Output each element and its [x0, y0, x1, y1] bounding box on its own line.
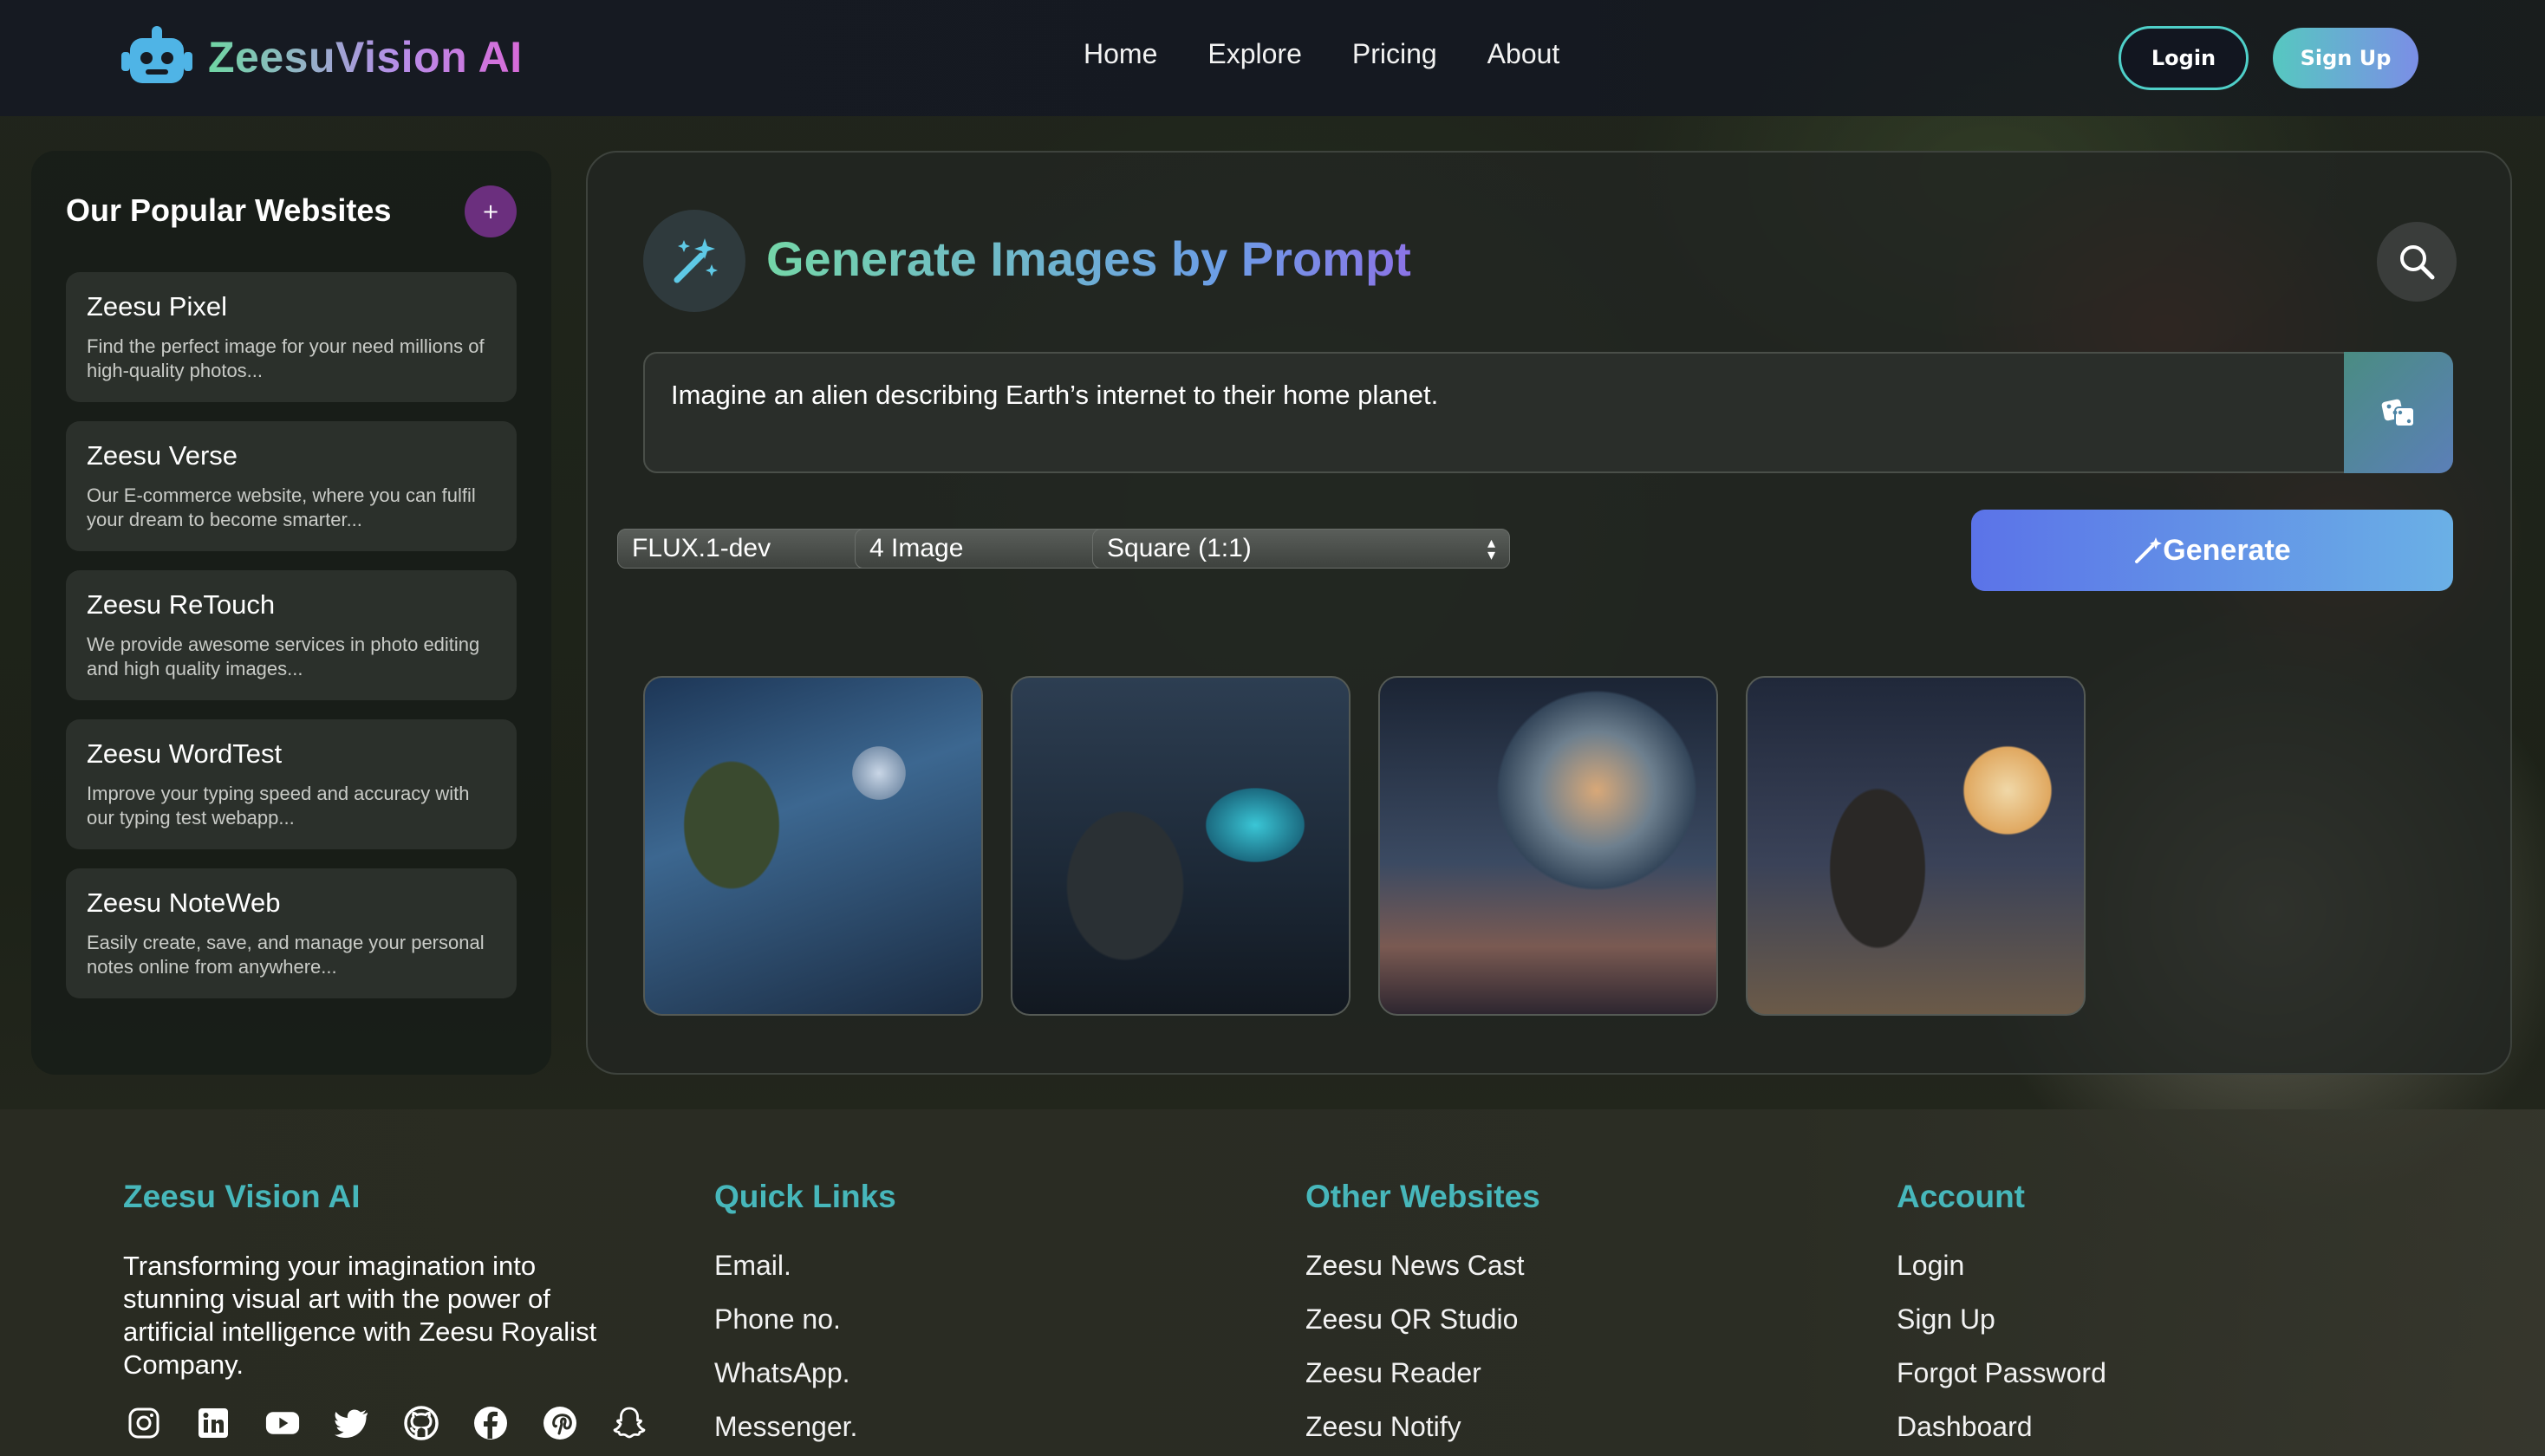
footer-link[interactable]: Zeesu QR Studio — [1305, 1303, 1540, 1357]
linkedin-icon[interactable] — [196, 1406, 231, 1440]
brand-logo[interactable]: ZeesuVision AI — [121, 26, 523, 88]
github-icon[interactable] — [404, 1406, 439, 1440]
footer-about: Zeesu Vision AI Transforming your imagin… — [123, 1179, 626, 1381]
nav-about[interactable]: About — [1487, 38, 1560, 70]
dice-icon[interactable] — [2344, 352, 2453, 473]
brand-name: ZeesuVision AI — [208, 33, 523, 81]
prompt-input[interactable]: Imagine an alien describing Earth’s inte… — [643, 352, 2453, 473]
footer-link[interactable]: Messenger. — [714, 1411, 896, 1456]
footer-other-websites: Other Websites Zeesu News Cast Zeesu QR … — [1305, 1179, 1540, 1456]
footer-account-heading: Account — [1897, 1179, 2025, 1214]
pinterest-icon[interactable] — [543, 1406, 577, 1440]
page-title: Generate Images by Prompt — [766, 231, 1411, 286]
social-links — [127, 1406, 647, 1440]
footer-about-text: Transforming your imagination into stunn… — [123, 1251, 597, 1380]
website-card-title: Zeesu Pixel — [87, 291, 227, 322]
website-card-desc: Our E-commerce website, where you can fu… — [87, 484, 476, 530]
footer-link[interactable]: Zeesu Notify — [1305, 1411, 1540, 1456]
website-card[interactable]: Zeesu Verse Our E-commerce website, wher… — [66, 421, 517, 551]
footer-account: Account Login Sign Up Forgot Password Da… — [1897, 1179, 2106, 1456]
magic-wand-icon — [643, 210, 745, 312]
website-card[interactable]: Zeesu WordTest Improve your typing speed… — [66, 719, 517, 849]
generate-panel: Generate Images by Prompt Imagine an ali… — [586, 151, 2512, 1075]
website-card-desc: Easily create, save, and manage your per… — [87, 932, 485, 978]
add-website-button[interactable]: + — [465, 185, 517, 237]
nav-explore[interactable]: Explore — [1207, 38, 1302, 70]
website-card[interactable]: Zeesu ReTouch We provide awesome service… — [66, 570, 517, 700]
footer-quick-links-heading: Quick Links — [714, 1179, 896, 1214]
website-card-title: Zeesu ReTouch — [87, 589, 276, 620]
nav-pricing[interactable]: Pricing — [1352, 38, 1437, 70]
footer-link[interactable]: Zeesu News Cast — [1305, 1250, 1540, 1303]
generated-image-thumbnail[interactable] — [1378, 676, 1718, 1016]
generated-image-thumbnail[interactable] — [643, 676, 983, 1016]
website-card[interactable]: Zeesu NoteWeb Easily create, save, and m… — [66, 868, 517, 998]
footer-about-heading: Zeesu Vision AI — [123, 1179, 361, 1214]
top-nav: ZeesuVision AI Home Explore Pricing Abou… — [0, 0, 2545, 116]
footer-link[interactable]: Phone no. — [714, 1303, 896, 1357]
sidebar-title: Our Popular Websites — [66, 192, 392, 228]
website-card-desc: Improve your typing speed and accuracy w… — [87, 783, 470, 829]
magic-wand-icon — [2135, 537, 2163, 563]
snapchat-icon[interactable] — [612, 1406, 647, 1440]
footer-link[interactable]: WhatsApp. — [714, 1357, 896, 1411]
select-arrows-icon: ▴▾ — [1487, 534, 1495, 563]
website-card[interactable]: Zeesu Pixel Find the perfect image for y… — [66, 272, 517, 402]
nav-home[interactable]: Home — [1084, 38, 1157, 70]
instagram-icon[interactable] — [127, 1406, 161, 1440]
generate-button-label: Generate — [2163, 533, 2291, 567]
signup-button[interactable]: Sign Up — [2273, 28, 2418, 88]
twitter-icon[interactable] — [335, 1406, 369, 1440]
website-card-title: Zeesu Verse — [87, 440, 238, 471]
aspect-ratio-select[interactable]: Square (1:1) ▴ ▾ — [1092, 529, 1510, 569]
site-footer: Zeesu Vision AI Transforming your imagin… — [0, 1109, 2545, 1456]
facebook-icon[interactable] — [473, 1406, 508, 1440]
footer-quick-links: Quick Links Email. Phone no. WhatsApp. M… — [714, 1179, 896, 1456]
website-card-desc: Find the perfect image for your need mil… — [87, 335, 485, 381]
login-button[interactable]: Login — [2119, 26, 2249, 90]
footer-link[interactable]: Email. — [714, 1250, 896, 1303]
footer-link[interactable]: Sign Up — [1897, 1303, 2106, 1357]
footer-link[interactable]: Dashboard — [1897, 1411, 2106, 1456]
popular-websites-sidebar: Our Popular Websites + Zeesu Pixel Find … — [31, 151, 551, 1075]
footer-link[interactable]: Forgot Password — [1897, 1357, 2106, 1411]
robot-icon — [121, 26, 192, 88]
footer-link[interactable]: Login — [1897, 1250, 2106, 1303]
generate-button[interactable]: Generate — [1971, 510, 2453, 591]
footer-link[interactable]: Zeesu Reader — [1305, 1357, 1540, 1411]
website-card-desc: We provide awesome services in photo edi… — [87, 634, 480, 679]
image-count-select-value: 4 Image — [869, 534, 964, 562]
website-card-title: Zeesu NoteWeb — [87, 887, 281, 918]
generated-image-thumbnail[interactable] — [1746, 676, 2086, 1016]
main-menu: Home Explore Pricing About — [1084, 38, 1559, 70]
search-icon[interactable] — [2377, 222, 2457, 302]
website-card-title: Zeesu WordTest — [87, 738, 283, 769]
aspect-ratio-select-value: Square (1:1) — [1107, 534, 1252, 562]
model-select-value: FLUX.1-dev — [632, 534, 771, 562]
generated-image-thumbnail[interactable] — [1011, 676, 1351, 1016]
youtube-icon[interactable] — [265, 1406, 300, 1440]
footer-other-websites-heading: Other Websites — [1305, 1179, 1540, 1214]
